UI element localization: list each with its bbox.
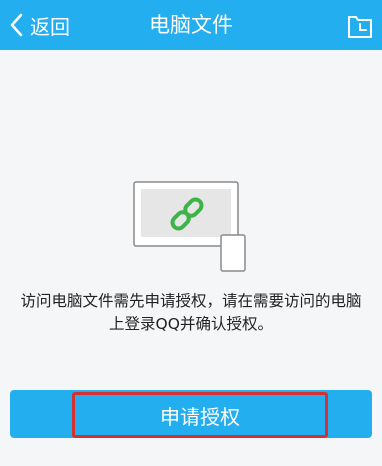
action-bar: 申请授权 — [10, 390, 372, 438]
message-line-1: 访问电脑文件需先申请授权，请在需要访问的电脑 — [20, 292, 362, 310]
authorization-message: 访问电脑文件需先申请授权，请在需要访问的电脑 上登录QQ并确认授权。 — [10, 290, 372, 336]
file-icon[interactable] — [346, 12, 374, 40]
pc-link-icon — [133, 181, 246, 272]
page-title: 电脑文件 — [149, 13, 233, 37]
title-bar: 返回 电脑文件 — [0, 0, 382, 50]
request-authorization-button[interactable]: 申请授权 — [72, 392, 328, 438]
message-line-2: 上登录QQ并确认授权。 — [109, 315, 273, 333]
